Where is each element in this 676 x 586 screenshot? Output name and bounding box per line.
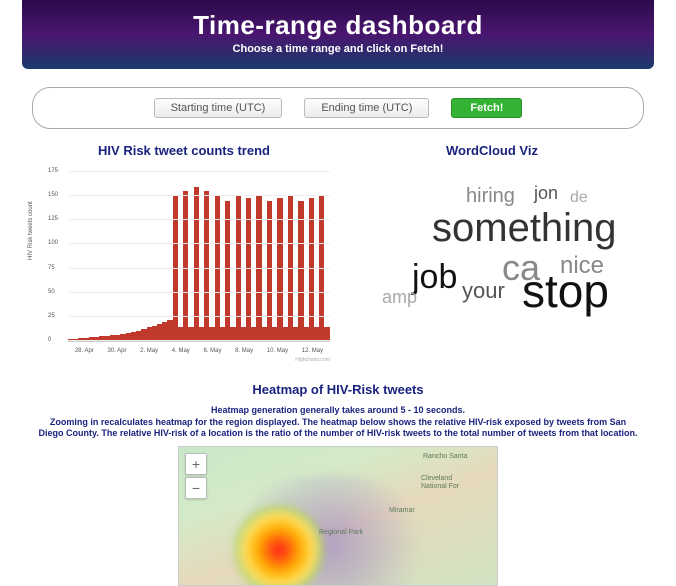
heatmap-desc-line1: Heatmap generation generally takes aroun… [211, 405, 465, 415]
wordcloud-column: WordCloud Viz somethingstopcajobniceyour… [338, 143, 646, 364]
chart-bar [298, 201, 303, 341]
chart-bar [267, 201, 272, 341]
chart-gridline: 0 [68, 340, 330, 341]
time-range-controls: Starting time (UTC) Ending time (UTC) Fe… [32, 87, 644, 129]
chart-bar [319, 196, 324, 341]
chart-gridline: 100 [68, 243, 330, 244]
chart-bar [225, 201, 230, 341]
chart-bar [173, 196, 178, 341]
chart-column: HIV Risk tweet counts trend HIV Risk twe… [30, 143, 338, 364]
page-subtitle: Choose a time range and click on Fetch! [22, 43, 654, 55]
map-label: Regional Park [319, 529, 363, 536]
map-label: Rancho Santa [423, 453, 467, 460]
chart-x-tick: 6. May [203, 348, 221, 354]
wordcloud-word: something [432, 208, 617, 248]
chart-x-tick: 12. May [302, 348, 323, 354]
zoom-out-button[interactable]: − [185, 477, 207, 499]
map-label: Miramar [389, 507, 415, 514]
chart-bar [288, 196, 293, 341]
chart-y-tick: 50 [48, 289, 55, 295]
end-time-button[interactable]: Ending time (UTC) [304, 98, 429, 118]
chart-x-tick: 28. Apr [75, 348, 94, 354]
chart-gridline: 125 [68, 219, 330, 220]
dashboard-row: HIV Risk tweet counts trend HIV Risk twe… [30, 143, 646, 364]
chart-x-tick: 8. May [235, 348, 253, 354]
heatmap-title: Heatmap of HIV-Risk tweets [0, 382, 676, 397]
wordcloud-word: jon [534, 184, 558, 202]
fetch-button[interactable]: Fetch! [451, 98, 522, 118]
wordcloud: somethingstopcajobniceyourhiringampjonde [362, 168, 622, 348]
chart-credit: Highcharts.com [295, 357, 330, 363]
chart-gridline: 50 [68, 292, 330, 293]
wordcloud-title: WordCloud Viz [338, 143, 646, 158]
wordcloud-word: nice [560, 254, 604, 278]
wordcloud-word: your [462, 280, 505, 302]
chart-y-tick: 175 [48, 168, 58, 174]
chart-y-tick: 0 [48, 337, 51, 343]
heatmap-map[interactable]: + − Miramar Regional Park ClevelandNationa… [178, 446, 498, 586]
chart-bar [215, 196, 220, 341]
chart-y-tick: 125 [48, 216, 58, 222]
chart-plot: 0 25 50 75 100 125 150 175 [68, 172, 330, 342]
chart-x-tick: 4. May [172, 348, 190, 354]
chart-gridline: 150 [68, 195, 330, 196]
chart-title: HIV Risk tweet counts trend [30, 143, 338, 158]
page-title: Time-range dashboard [22, 10, 654, 41]
chart-x-tick: 30. Apr [107, 348, 126, 354]
chart-bar [236, 196, 241, 341]
header: Time-range dashboard Choose a time range… [22, 0, 654, 69]
map-label: National For [421, 483, 459, 490]
wordcloud-word: job [412, 260, 457, 294]
chart-bar [183, 191, 188, 341]
chart-bar [324, 327, 329, 341]
heat-overlay-core [234, 505, 324, 586]
wordcloud-word: ca [502, 250, 540, 286]
chart-x-axis: 28. Apr 30. Apr 2. May 4. May 6. May 8. May 10… [68, 348, 330, 354]
chart-y-tick: 100 [48, 240, 58, 246]
chart-y-label: HIV Risk tweets count [28, 201, 34, 260]
wordcloud-word: hiring [466, 186, 515, 206]
heatmap-desc-line2: Zooming in recalculates heatmap for the … [39, 417, 638, 439]
chart-y-tick: 150 [48, 192, 58, 198]
chart-x-tick: 2. May [140, 348, 158, 354]
chart-gridline: 175 [68, 171, 330, 172]
chart: HIV Risk tweets count 025507510012515017… [34, 164, 334, 364]
map-label: Cleveland [421, 475, 452, 482]
chart-y-tick: 25 [48, 313, 55, 319]
chart-x-tick: 10. May [267, 348, 288, 354]
wordcloud-word: de [570, 190, 588, 206]
zoom-in-button[interactable]: + [185, 453, 207, 475]
chart-gridline: 75 [68, 268, 330, 269]
start-time-button[interactable]: Starting time (UTC) [154, 98, 283, 118]
heatmap-desc: Heatmap generation generally takes aroun… [38, 405, 638, 440]
wordcloud-word: amp [382, 288, 417, 306]
chart-bar [204, 191, 209, 341]
chart-bar [256, 196, 261, 341]
chart-bar [194, 187, 199, 342]
chart-y-tick: 75 [48, 265, 55, 271]
chart-gridline: 25 [68, 316, 330, 317]
heatmap-section: Heatmap of HIV-Risk tweets Heatmap gener… [0, 382, 676, 586]
